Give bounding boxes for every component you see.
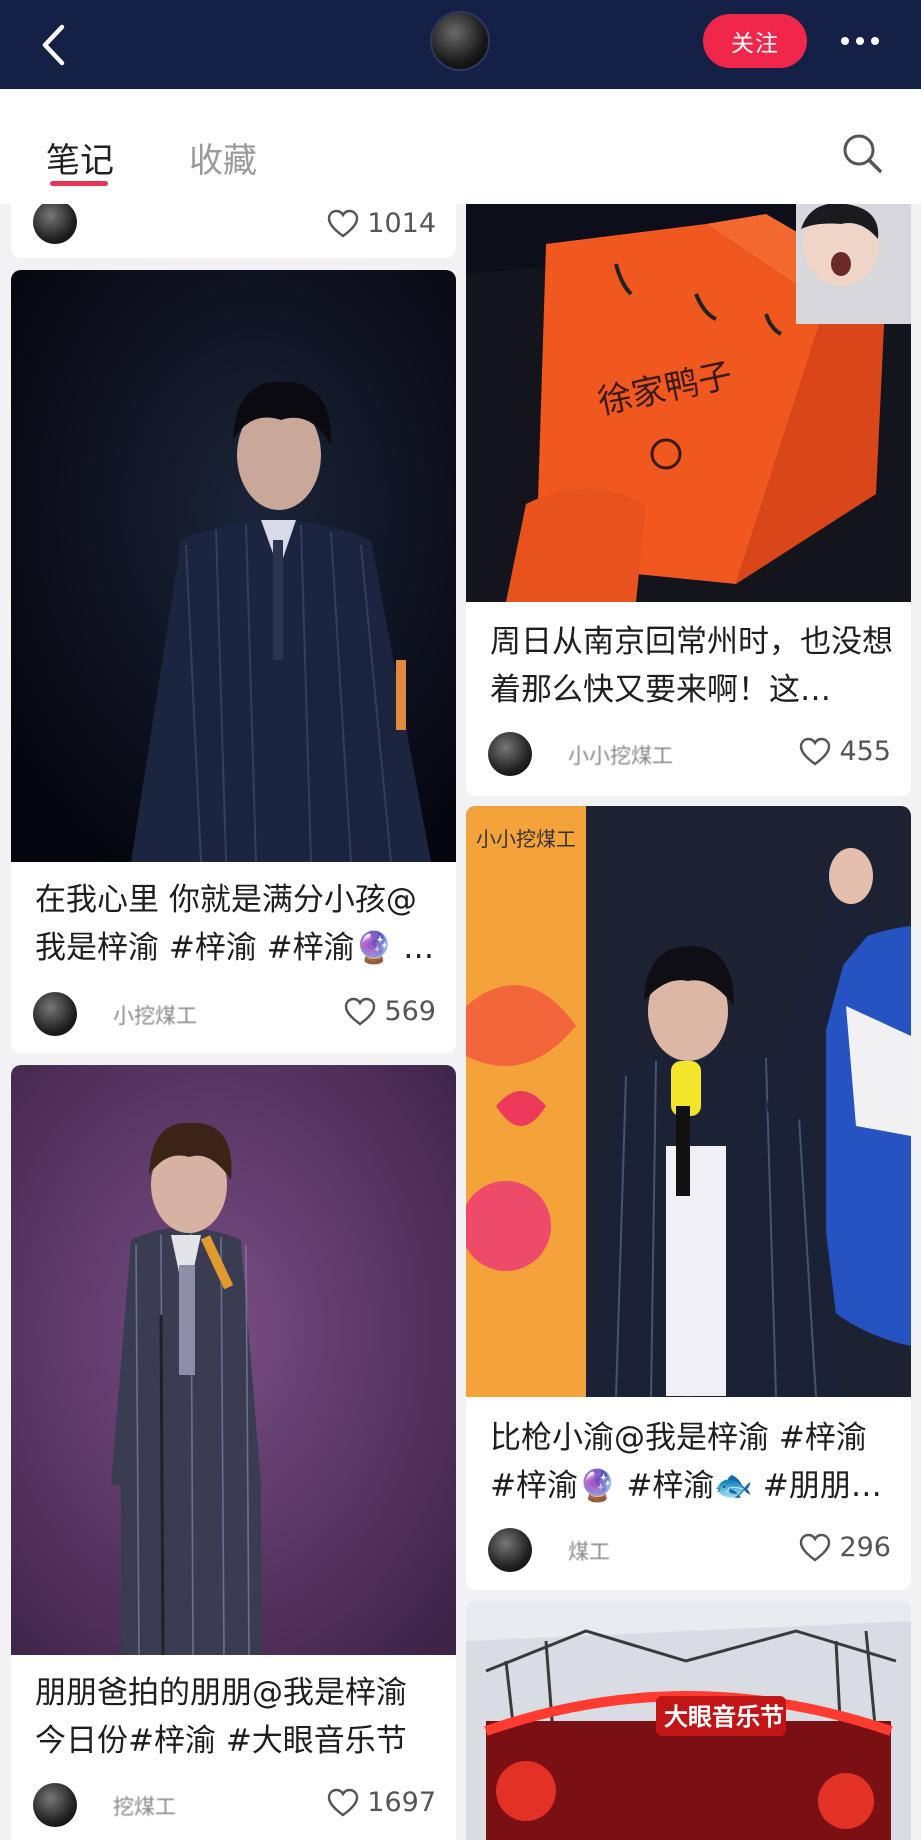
like-button[interactable]: 296: [799, 1532, 891, 1563]
heart-icon: [328, 209, 359, 237]
note-title: 周日从南京回常州时，也没想着那么快又要来啊！这…: [490, 624, 893, 708]
note-card[interactable]: 1014: [11, 204, 456, 258]
top-bar: 关注: [0, 0, 921, 89]
note-card[interactable]: 徐家鸭子 周日从南京回常州时，也没想着那么快又要来啊！这… 小小挖煤工 455: [466, 204, 911, 796]
note-card[interactable]: 大眼音乐节: [466, 1601, 911, 1840]
like-button[interactable]: 1014: [327, 208, 436, 239]
author-name[interactable]: 小挖煤工: [113, 1000, 197, 1030]
tab-notes[interactable]: 笔记: [46, 133, 114, 182]
note-card[interactable]: 在我心里 你就是满分小孩@我是梓渝 #梓渝 #梓渝🔮 … 小挖煤工 569: [11, 270, 456, 1053]
more-button[interactable]: [830, 26, 890, 56]
author-name[interactable]: 煤工: [568, 1536, 610, 1566]
heart-icon: [345, 997, 376, 1025]
author-avatar[interactable]: [33, 992, 77, 1036]
note-meta: 煤工 296: [488, 1528, 891, 1572]
author-avatar[interactable]: [33, 1783, 77, 1827]
like-count: 569: [384, 996, 436, 1027]
chevron-left-icon: [42, 24, 65, 66]
author-name[interactable]: 小小挖煤工: [568, 740, 673, 770]
heart-icon: [800, 737, 831, 765]
like-button[interactable]: 455: [799, 736, 891, 767]
note-meta: 小小挖煤工 455: [488, 732, 891, 776]
author-avatar[interactable]: [488, 732, 532, 776]
search-icon[interactable]: [840, 131, 884, 175]
tab-favorites[interactable]: 收藏: [189, 133, 257, 182]
like-count: 1014: [367, 208, 436, 239]
like-count: 1697: [367, 1787, 436, 1818]
note-title: 朋朋爸拍的朋朋@我是梓渝 今日份#梓渝 #大眼音乐节: [35, 1675, 407, 1759]
profile-avatar[interactable]: [430, 11, 490, 71]
note-meta: 挖煤工 1697: [33, 1783, 436, 1827]
author-avatar[interactable]: [488, 1528, 532, 1572]
note-meta: 小挖煤工 569: [33, 992, 436, 1036]
note-cover-image: [11, 270, 456, 862]
author-name[interactable]: 挖煤工: [113, 1791, 176, 1821]
like-count: 455: [839, 736, 891, 767]
heart-icon: [800, 1533, 831, 1561]
back-button[interactable]: [30, 20, 76, 70]
note-cover-image: 徐家鸭子: [466, 204, 911, 602]
svg-text:大眼音乐节: 大眼音乐节: [664, 1703, 784, 1731]
note-card[interactable]: 小小挖煤工 比枪小渝@我是梓渝 #梓渝 #梓渝🔮 #梓渝🐟 #朋朋… 煤工 29…: [466, 806, 911, 1590]
note-cover-image: 大眼音乐节: [466, 1601, 911, 1840]
tab-bar: 笔记 收藏: [0, 89, 921, 204]
note-cover-image: 小小挖煤工: [466, 806, 911, 1397]
note-cover-image: [11, 1065, 456, 1655]
note-title: 比枪小渝@我是梓渝 #梓渝 #梓渝🔮 #梓渝🐟 #朋朋…: [490, 1420, 882, 1504]
author-avatar[interactable]: [33, 204, 77, 244]
like-count: 296: [839, 1532, 891, 1563]
note-meta: 1014: [33, 204, 436, 248]
like-button[interactable]: 1697: [327, 1787, 436, 1818]
note-card[interactable]: 朋朋爸拍的朋朋@我是梓渝 今日份#梓渝 #大眼音乐节 挖煤工 1697: [11, 1065, 456, 1840]
more-dots-icon: [841, 37, 849, 45]
follow-button[interactable]: 关注: [703, 14, 807, 68]
svg-text:小小挖煤工: 小小挖煤工: [476, 827, 576, 851]
note-title: 在我心里 你就是满分小孩@我是梓渝 #梓渝 #梓渝🔮 …: [35, 882, 435, 966]
active-tab-indicator: [50, 181, 108, 186]
like-button[interactable]: 569: [344, 996, 436, 1027]
heart-icon: [328, 1788, 359, 1816]
